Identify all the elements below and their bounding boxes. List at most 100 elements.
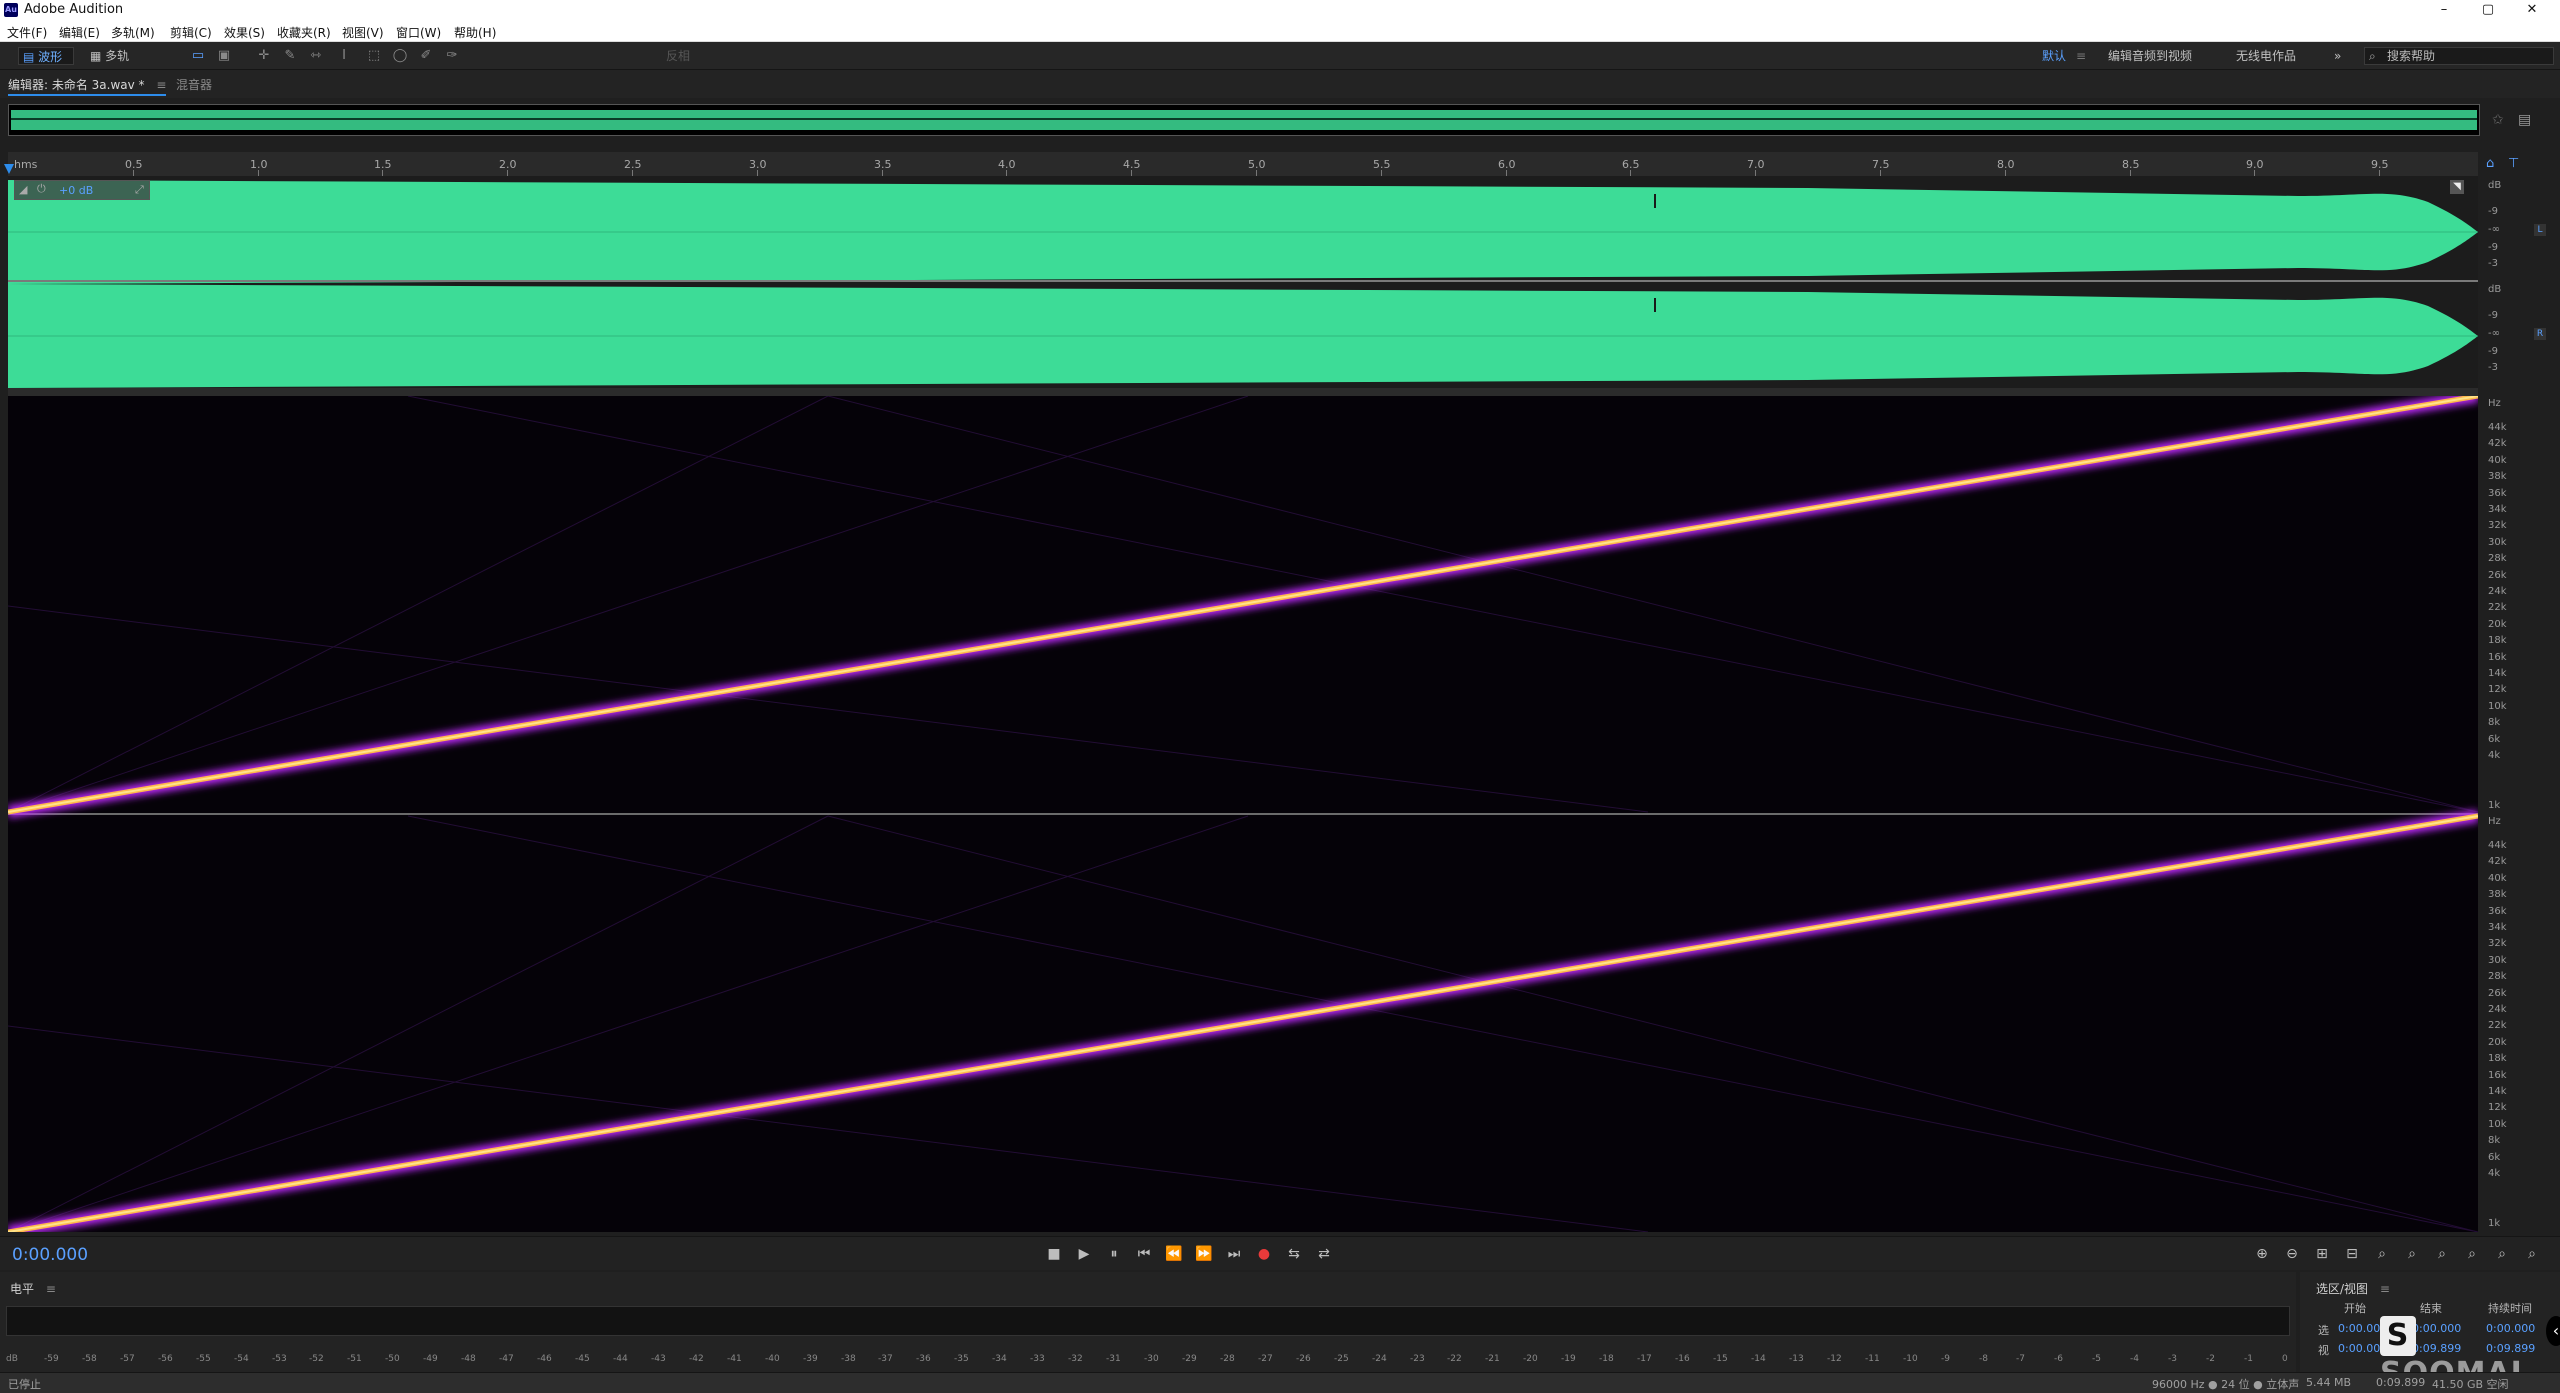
stop-button[interactable]: ■ bbox=[1044, 1246, 1064, 1262]
waveform-display[interactable]: ◢ ⏻ +0 dB ⤢ ◥ bbox=[8, 176, 2478, 388]
fast-forward-button[interactable]: ⏩ bbox=[1194, 1246, 1214, 1262]
move-tool-icon[interactable]: ✛ bbox=[256, 48, 272, 64]
zoom-lock-icon[interactable]: ✩ bbox=[2492, 112, 2504, 128]
panel-menu-icon[interactable]: ≡ bbox=[46, 1282, 56, 1296]
zoom-out-point-icon[interactable]: ⌕ bbox=[2462, 1246, 2482, 1262]
zoom-reset-icon[interactable]: ⌕ bbox=[2492, 1246, 2512, 1262]
menu-clip[interactable]: 剪辑(C) bbox=[170, 24, 212, 41]
watermark: SSOOMAL bbox=[2380, 1316, 2556, 1391]
waveform-spectral-divider[interactable] bbox=[8, 388, 2478, 396]
level-tick: -10 bbox=[1903, 1354, 1918, 1364]
pin-icon[interactable]: ⤢ bbox=[135, 183, 144, 197]
level-tick: -29 bbox=[1182, 1354, 1197, 1364]
snap-icon[interactable]: ⌂ bbox=[2486, 156, 2494, 171]
loop-playback-button[interactable]: ⇆ bbox=[1284, 1246, 1304, 1262]
brush-tool-icon[interactable]: ✐ bbox=[418, 48, 434, 64]
menu-window[interactable]: 窗口(W) bbox=[396, 24, 441, 41]
overview-settings-icon[interactable]: ▤ bbox=[2518, 112, 2531, 128]
freq-tick: 10k bbox=[2488, 700, 2507, 712]
workspace-radio-production[interactable]: 无线电作品 bbox=[2236, 47, 2296, 65]
level-tick: -30 bbox=[1144, 1354, 1159, 1364]
menu-help[interactable]: 帮助(H) bbox=[454, 24, 496, 41]
spot-healing-tool-icon[interactable]: ✑ bbox=[444, 48, 460, 64]
channel-right-toggle[interactable]: R bbox=[2534, 328, 2546, 340]
time-selection-tool-icon[interactable]: I bbox=[336, 48, 352, 64]
zoom-out-time-icon[interactable]: ⊟ bbox=[2342, 1246, 2362, 1262]
level-tick: -50 bbox=[385, 1354, 400, 1364]
hud-expand-icon[interactable]: ◥ bbox=[2450, 180, 2464, 194]
channel-left-toggle[interactable]: L bbox=[2534, 224, 2546, 236]
gain-knob-icon[interactable]: ⏻ bbox=[37, 182, 46, 196]
play-button[interactable]: ▶ bbox=[1074, 1246, 1094, 1262]
waveform-view-label: 波形 bbox=[38, 50, 63, 64]
maximize-button[interactable]: ▢ bbox=[2468, 0, 2508, 20]
zoom-in-time-icon[interactable]: ⊞ bbox=[2312, 1246, 2332, 1262]
workspace-edit-audio-to-video[interactable]: 编辑音频到视频 bbox=[2108, 47, 2192, 65]
menu-file[interactable]: 文件(F) bbox=[7, 24, 47, 41]
freq-tick: 24k bbox=[2488, 1004, 2507, 1015]
zoom-fit-icon[interactable]: ⌕ bbox=[2522, 1246, 2542, 1262]
hud-gain-control[interactable]: ◢ ⏻ +0 dB ⤢ bbox=[14, 180, 150, 200]
panel-menu-icon[interactable]: ≡ bbox=[2380, 1282, 2390, 1296]
workspace-more-button[interactable]: » bbox=[2334, 47, 2341, 65]
minimize-button[interactable]: – bbox=[2424, 0, 2464, 20]
close-button[interactable]: ✕ bbox=[2512, 0, 2552, 20]
level-tick: -34 bbox=[992, 1354, 1007, 1364]
level-tick: -47 bbox=[499, 1354, 514, 1364]
menu-favorites[interactable]: 收藏夹(R) bbox=[277, 24, 331, 41]
skip-selection-button[interactable]: ⇄ bbox=[1314, 1246, 1334, 1262]
editor-tab[interactable]: 编辑器: 未命名 3a.wav * ≡ bbox=[8, 76, 167, 96]
free-space: 41.50 GB 空闲 bbox=[2432, 1378, 2509, 1391]
zoom-full-icon[interactable]: ⌕ bbox=[2372, 1246, 2392, 1262]
go-to-start-button[interactable]: ⏮ bbox=[1134, 1246, 1154, 1262]
record-button[interactable]: ● bbox=[1254, 1246, 1274, 1262]
level-tick: 0 bbox=[2282, 1354, 2288, 1364]
slip-tool-icon[interactable]: ⇿ bbox=[308, 48, 324, 64]
level-tick: -54 bbox=[234, 1354, 249, 1364]
freq-tick: 14k bbox=[2488, 668, 2507, 679]
level-tick: -59 bbox=[44, 1354, 59, 1364]
search-help-input[interactable]: ⌕ 搜索帮助 bbox=[2364, 47, 2554, 65]
lasso-tool-icon[interactable]: ◯ bbox=[392, 48, 408, 64]
freq-tick: 40k bbox=[2488, 872, 2507, 884]
mixer-tab[interactable]: 混音器 bbox=[176, 76, 212, 93]
zoom-in-amplitude-icon[interactable]: ⊕ bbox=[2252, 1246, 2272, 1262]
level-tick: -21 bbox=[1485, 1354, 1500, 1364]
pause-button[interactable]: ⏸ bbox=[1104, 1246, 1124, 1262]
level-tick: -7 bbox=[2016, 1354, 2025, 1364]
menu-view[interactable]: 视图(V) bbox=[342, 24, 384, 41]
waveform-overview[interactable] bbox=[8, 104, 2480, 136]
menu-effects[interactable]: 效果(S) bbox=[224, 24, 265, 41]
zoom-selection-icon[interactable]: ⌕ bbox=[2402, 1246, 2422, 1262]
freq-tick: 16k bbox=[2488, 1069, 2507, 1081]
menu-multitrack[interactable]: 多轨(M) bbox=[111, 24, 155, 41]
workspace-menu-icon[interactable]: ≡ bbox=[2076, 47, 2086, 65]
spectral-pitch-display-icon[interactable]: ▣ bbox=[216, 48, 232, 64]
level-tick: -58 bbox=[82, 1354, 97, 1364]
waveform-view-button[interactable]: ▤ 波形 bbox=[18, 47, 74, 65]
multitrack-view-button[interactable]: ▦ 多轨 bbox=[86, 47, 142, 65]
level-tick: -56 bbox=[158, 1354, 173, 1364]
marquee-tool-icon[interactable]: ⬚ bbox=[366, 48, 382, 64]
level-tick: -25 bbox=[1334, 1354, 1349, 1364]
collapse-panel-icon[interactable]: ‹ bbox=[2546, 1316, 2560, 1346]
level-tick: -17 bbox=[1637, 1354, 1652, 1364]
spectral-frequency-display[interactable] bbox=[8, 396, 2478, 1232]
zoom-in-point-icon[interactable]: ⌕ bbox=[2432, 1246, 2452, 1262]
go-to-end-button[interactable]: ⏭ bbox=[1224, 1246, 1244, 1262]
menu-edit[interactable]: 编辑(E) bbox=[59, 24, 100, 41]
playhead-marker[interactable] bbox=[4, 164, 14, 174]
marker-icon[interactable]: ⊤ bbox=[2508, 156, 2519, 171]
zoom-out-amplitude-icon[interactable]: ⊖ bbox=[2282, 1246, 2302, 1262]
level-meter bbox=[6, 1306, 2290, 1336]
current-time-display[interactable]: 0:00.000 bbox=[12, 1245, 88, 1265]
time-ruler[interactable]: hms 0.5 1.0 1.5 2.0 2.5 3.0 3.5 4.0 4.5 5.0 5.5 6.0… bbox=[4, 152, 2478, 176]
spectral-frequency-display-icon[interactable]: ▭ bbox=[190, 48, 206, 64]
workspace-default[interactable]: 默认 bbox=[2042, 47, 2066, 65]
col-start-label: 开始 bbox=[2344, 1302, 2366, 1315]
rewind-button[interactable]: ⏪ bbox=[1164, 1246, 1184, 1262]
level-tick: -36 bbox=[916, 1354, 931, 1364]
razor-tool-icon[interactable]: ✎ bbox=[282, 48, 298, 64]
panel-menu-icon[interactable]: ≡ bbox=[156, 78, 166, 92]
level-tick: -26 bbox=[1296, 1354, 1311, 1364]
